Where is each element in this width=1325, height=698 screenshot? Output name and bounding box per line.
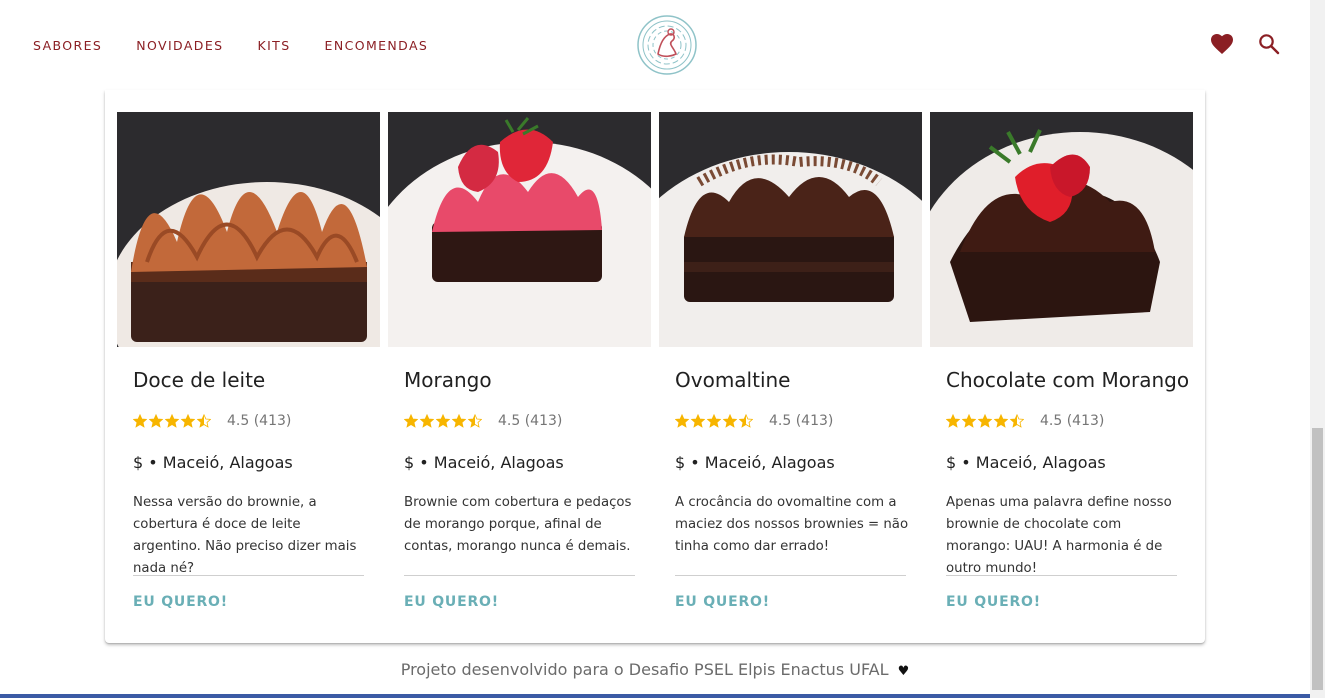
scrollbar-thumb[interactable]: [1312, 428, 1323, 690]
star-full-icon: [691, 414, 705, 428]
nav-item-novidades[interactable]: NOVIDADES: [136, 38, 223, 53]
divider: [675, 575, 906, 576]
star-half-icon: [1010, 414, 1024, 428]
main-nav: SABORES NOVIDADES KITS ENCOMENDAS: [33, 38, 462, 53]
star-full-icon: [149, 414, 163, 428]
product-image-morango[interactable]: [388, 112, 651, 347]
product-image-doce-de-leite[interactable]: [117, 112, 380, 347]
star-full-icon: [181, 414, 195, 428]
star-full-icon: [994, 414, 1008, 428]
nav-item-encomendas[interactable]: ENCOMENDAS: [325, 38, 429, 53]
search-icon: [1259, 34, 1280, 55]
star-full-icon: [165, 414, 179, 428]
search-button[interactable]: [1258, 33, 1280, 55]
nav-item-kits[interactable]: KITS: [257, 38, 290, 53]
eu-quero-button[interactable]: EU QUERO!: [404, 594, 499, 610]
product-rating: 4.5 (413): [133, 413, 291, 429]
product-card: Chocolate com Morango 4.5 (413) $ • Mace…: [930, 112, 1193, 632]
product-card: Ovomaltine 4.5 (413) $ • Maceió, Alagoas…: [659, 112, 922, 632]
star-full-icon: [436, 414, 450, 428]
product-description: A crocância do ovomaltine com a maciez d…: [675, 495, 909, 554]
product-meta: $ • Maceió, Alagoas: [946, 453, 1106, 472]
star-full-icon: [133, 414, 147, 428]
divider: [946, 575, 1177, 576]
product-description: Apenas uma palavra define nosso brownie …: [946, 495, 1172, 576]
star-rating: [675, 414, 753, 428]
star-half-icon: [739, 414, 753, 428]
product-description: Nessa versão do brownie, a cobertura é d…: [133, 495, 357, 576]
product-rating: 4.5 (413): [946, 413, 1104, 429]
star-full-icon: [675, 414, 689, 428]
rating-text: 4.5 (413): [498, 413, 563, 429]
eu-quero-button[interactable]: EU QUERO!: [133, 594, 228, 610]
star-full-icon: [946, 414, 960, 428]
divider: [404, 575, 635, 576]
rating-text: 4.5 (413): [769, 413, 834, 429]
heart-icon: [1211, 34, 1233, 54]
product-rating: 4.5 (413): [404, 413, 562, 429]
star-full-icon: [723, 414, 737, 428]
product-title: Ovomaltine: [675, 368, 791, 392]
product-title: Morango: [404, 368, 492, 392]
product-meta: $ • Maceió, Alagoas: [404, 453, 564, 472]
star-full-icon: [962, 414, 976, 428]
product-card: Morango 4.5 (413) $ • Maceió, Alagoas Br…: [388, 112, 651, 632]
product-grid: Doce de leite 4.5 (413) $ • Maceió, Alag…: [105, 90, 1205, 643]
product-card: Doce de leite 4.5 (413) $ • Maceió, Alag…: [117, 112, 380, 632]
rating-text: 4.5 (413): [1040, 413, 1105, 429]
product-meta: $ • Maceió, Alagoas: [675, 453, 835, 472]
eu-quero-button[interactable]: EU QUERO!: [946, 594, 1041, 610]
star-half-icon: [197, 414, 211, 428]
heart-icon: ♥: [897, 664, 910, 679]
star-rating: [404, 414, 482, 428]
product-title: Chocolate com Morango: [946, 368, 1190, 392]
product-title: Doce de leite: [133, 368, 266, 392]
star-full-icon: [452, 414, 466, 428]
taskbar-edge: [0, 694, 1310, 698]
favorites-button[interactable]: [1210, 33, 1234, 55]
product-rating: 4.5 (413): [675, 413, 833, 429]
star-full-icon: [420, 414, 434, 428]
product-image-chocolate-com-morango[interactable]: [930, 112, 1193, 347]
star-full-icon: [978, 414, 992, 428]
vertical-scrollbar[interactable]: [1310, 0, 1325, 698]
product-meta: $ • Maceió, Alagoas: [133, 453, 293, 472]
product-image-ovomaltine[interactable]: [659, 112, 922, 347]
star-rating: [133, 414, 211, 428]
divider: [133, 575, 364, 576]
eu-quero-button[interactable]: EU QUERO!: [675, 594, 770, 610]
footer-text: Projeto desenvolvido para o Desafio PSEL…: [400, 660, 889, 679]
star-rating: [946, 414, 1024, 428]
star-full-icon: [707, 414, 721, 428]
rating-text: 4.5 (413): [227, 413, 292, 429]
star-full-icon: [404, 414, 418, 428]
nav-item-sabores[interactable]: SABORES: [33, 38, 102, 53]
product-description: Brownie com cobertura e pedaços de moran…: [404, 495, 632, 554]
star-half-icon: [468, 414, 482, 428]
site-header: SABORES NOVIDADES KITS ENCOMENDAS: [0, 0, 1310, 90]
brand-logo[interactable]: [636, 14, 698, 76]
site-footer: Projeto desenvolvido para o Desafio PSEL…: [0, 660, 1310, 679]
